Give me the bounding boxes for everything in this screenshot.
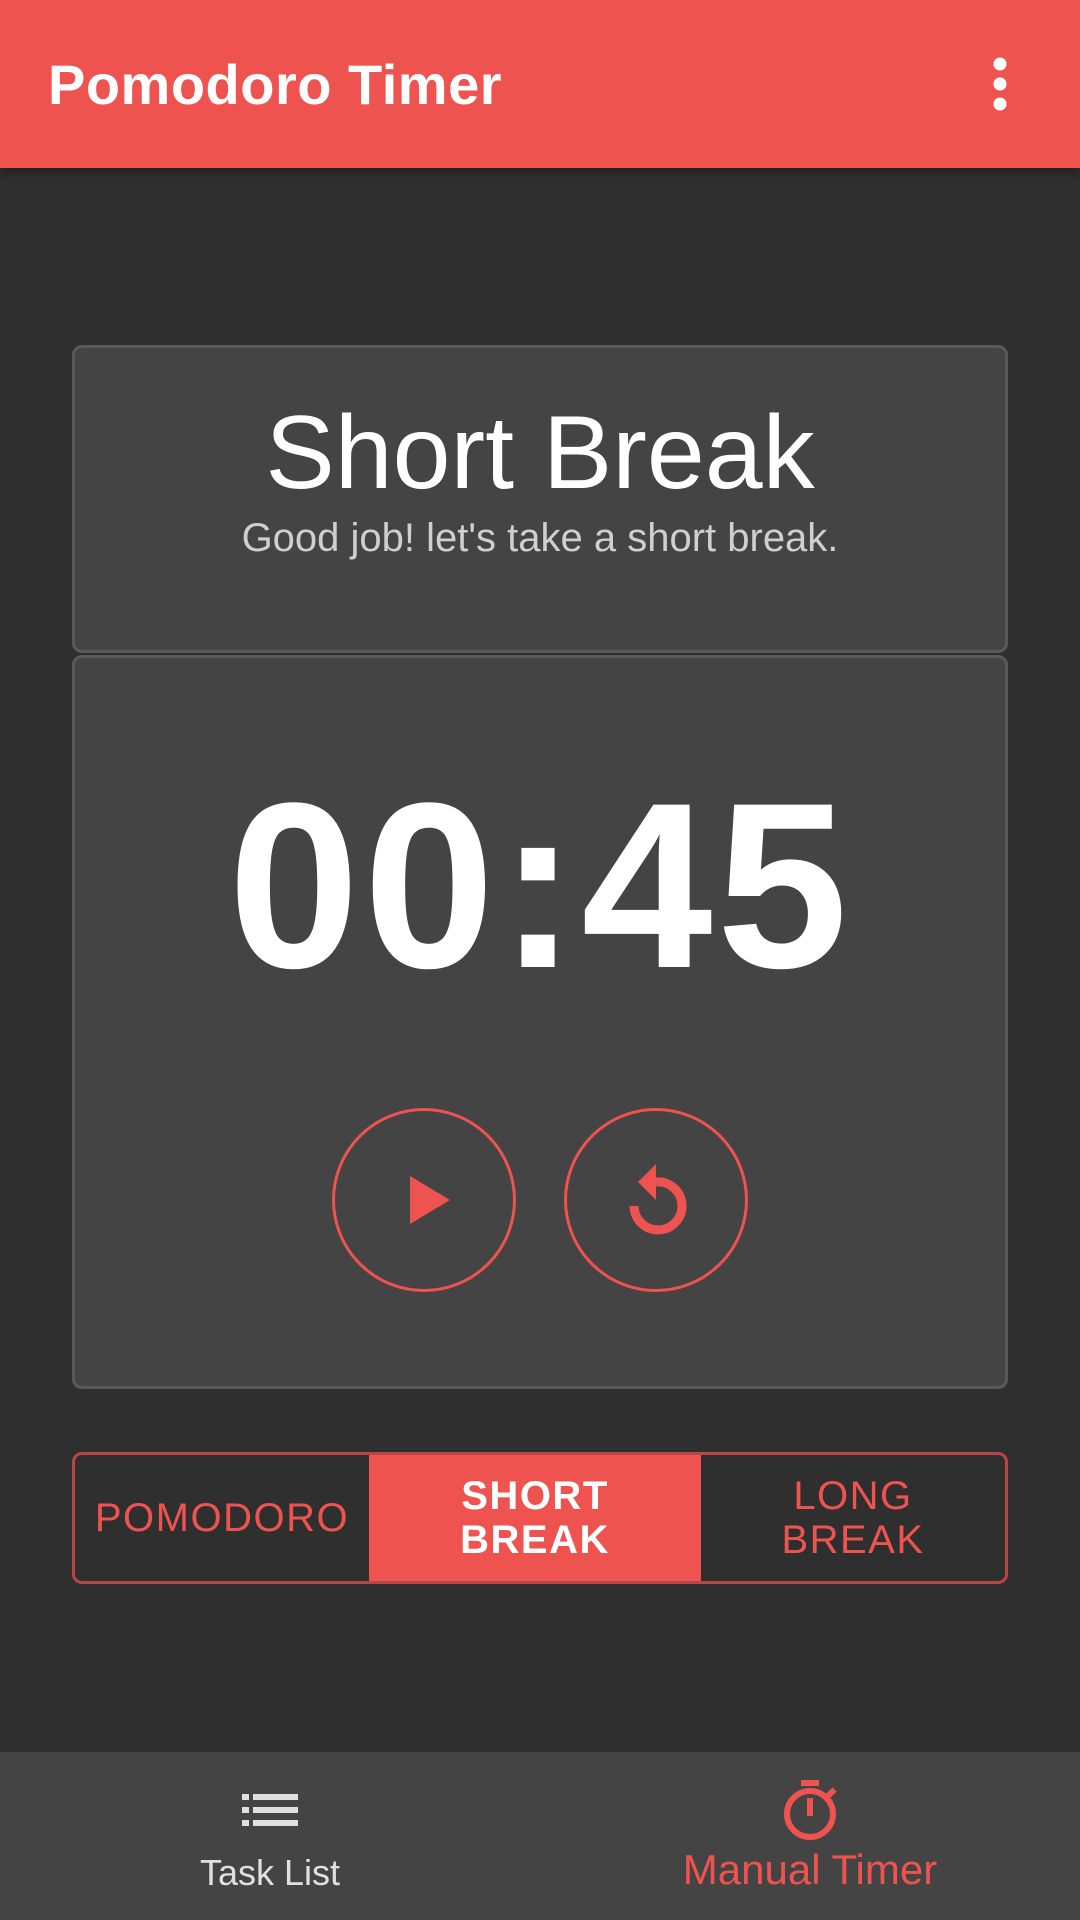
session-subtitle: Good job! let's take a short break.: [241, 516, 839, 561]
reset-icon: [629, 1164, 687, 1235]
mode-pomodoro-button[interactable]: POMODORO: [75, 1455, 369, 1581]
mode-short-break-label: SHORT BREAK: [460, 1474, 610, 1562]
timer-controls: [75, 1108, 1005, 1292]
timer-display: 00:45: [228, 754, 852, 1018]
play-icon: [410, 1176, 450, 1224]
reset-button[interactable]: [564, 1108, 748, 1292]
nav-item-manual-timer[interactable]: Manual Timer: [540, 1752, 1080, 1920]
app-title: Pomodoro Timer: [48, 52, 503, 116]
nav-label-manual-timer: Manual Timer: [682, 1846, 938, 1893]
mode-long-break-label: LONG BREAK: [781, 1474, 925, 1562]
stopwatch-icon: [784, 1780, 837, 1840]
nav-label-task-list: Task List: [199, 1852, 341, 1893]
app-bar: Pomodoro Timer: [0, 0, 1080, 168]
timer-card: 00:45: [72, 655, 1008, 1389]
list-icon: [242, 1794, 298, 1826]
mode-short-break-button[interactable]: SHORT BREAK: [369, 1455, 701, 1581]
more-vert-icon: [993, 57, 1007, 111]
mode-selector: POMODORO SHORT BREAK LONG BREAK: [72, 1452, 1008, 1584]
nav-item-task-list[interactable]: Task List: [0, 1752, 540, 1920]
bottom-navigation: Task List Manual Timer: [0, 1752, 1080, 1920]
more-options-button[interactable]: [964, 48, 1036, 120]
play-button[interactable]: [332, 1108, 516, 1292]
mode-long-break-button[interactable]: LONG BREAK: [701, 1455, 1005, 1581]
session-title: Short Break: [265, 395, 815, 511]
session-info-card: Short Break Good job! let's take a short…: [72, 345, 1008, 653]
